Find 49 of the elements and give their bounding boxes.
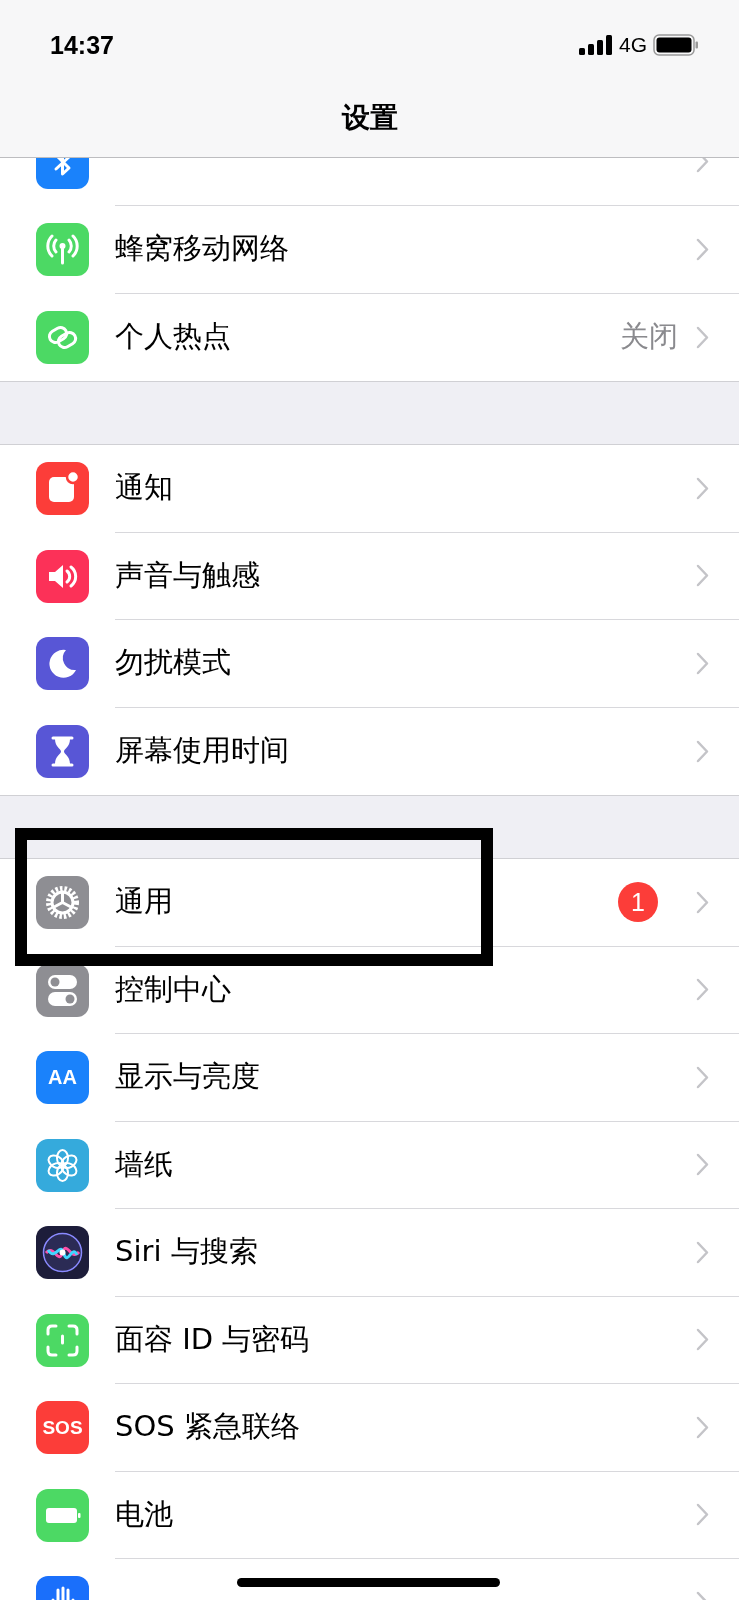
- setting-label: 通知: [115, 469, 173, 507]
- setting-label: SOS 紧急联络: [115, 1408, 300, 1446]
- face-scan-icon: [36, 1313, 89, 1367]
- signal-icon: [579, 35, 613, 55]
- chevron-icon: [696, 564, 709, 588]
- chevron-icon: [696, 1153, 709, 1177]
- setting-label: 屏幕使用时间: [115, 732, 289, 770]
- setting-label: 面容 ID 与密码: [115, 1320, 310, 1358]
- gear-icon: [36, 876, 89, 930]
- setting-label: Siri 与搜索: [115, 1233, 258, 1271]
- chevron-icon: [696, 1503, 709, 1527]
- chevron-icon: [696, 476, 709, 500]
- chevron-icon: [696, 1328, 709, 1352]
- chevron-icon: [696, 1240, 709, 1264]
- siri-icon: [36, 1226, 89, 1280]
- chevron-icon: [696, 1415, 709, 1439]
- setting-label: 电池: [115, 1495, 173, 1533]
- status-time: 14:37: [50, 30, 115, 60]
- hourglass-icon: [36, 724, 89, 778]
- setting-value: 关闭: [620, 318, 678, 356]
- battery-icon: [36, 1488, 89, 1542]
- chevron-icon: [696, 978, 709, 1002]
- setting-label: 通用: [115, 883, 173, 921]
- toggles-icon: [36, 963, 89, 1017]
- chevron-icon: [696, 739, 709, 763]
- chevron-icon: [696, 325, 709, 349]
- chevron-icon: [696, 1065, 709, 1089]
- speaker-icon: [36, 549, 89, 603]
- setting-label: 控制中心: [115, 970, 231, 1008]
- flower-icon: [36, 1138, 89, 1192]
- chevron-icon: [696, 651, 709, 675]
- sos-icon: SOS: [36, 1401, 89, 1455]
- setting-label: 墙纸: [115, 1145, 173, 1183]
- setting-label: 蜂窝移动网络: [115, 230, 289, 268]
- battery-icon: [653, 34, 699, 56]
- notification-badge: 1: [618, 882, 658, 923]
- chevron-icon: [696, 237, 709, 261]
- setting-label: 声音与触感: [115, 556, 260, 594]
- notification-icon: [36, 462, 89, 516]
- antenna-icon: [36, 223, 89, 277]
- chevron-icon: [696, 890, 709, 914]
- text-size-icon: AA: [36, 1051, 89, 1105]
- network-label: 4G: [619, 33, 647, 57]
- setting-label: 显示与亮度: [115, 1058, 260, 1096]
- link-icon: [36, 310, 89, 364]
- setting-label: 勿扰模式: [115, 644, 231, 682]
- nav-title: 设置: [341, 100, 398, 136]
- moon-icon: [36, 637, 89, 691]
- setting-label: 个人热点: [115, 318, 231, 356]
